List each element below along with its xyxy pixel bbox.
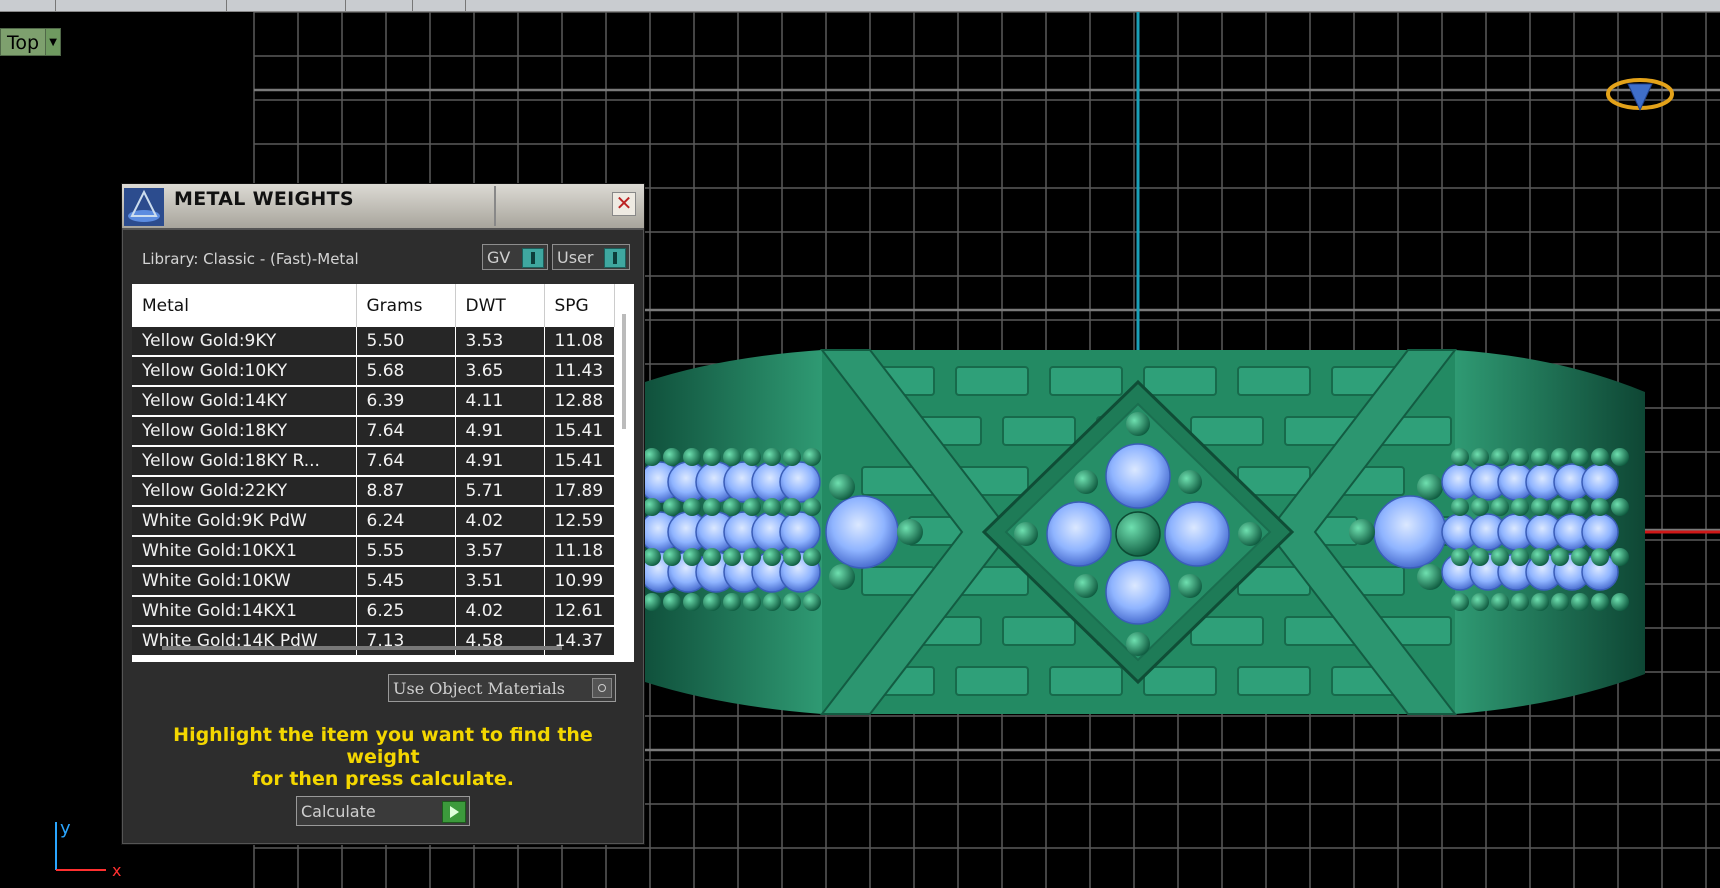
cell-spg: 12.61	[544, 596, 615, 627]
table-row[interactable]: Yellow Gold:14KY 6.39 4.11 12.88	[132, 386, 615, 417]
gv-toggle-label: GV	[487, 248, 511, 267]
cell-dwt: 4.11	[455, 386, 545, 417]
cell-spg: 14.37	[544, 626, 615, 657]
horizontal-scrollbar[interactable]	[162, 646, 562, 650]
axis-x-label: x	[112, 861, 122, 880]
cell-spg: 12.59	[544, 506, 615, 537]
cell-dwt: 3.51	[455, 566, 545, 597]
column-header-grams[interactable]: Grams	[356, 284, 456, 327]
cell-dwt: 4.58	[455, 626, 545, 657]
cell-grams: 5.55	[356, 536, 456, 567]
toolbar-tab-4[interactable]	[346, 0, 413, 11]
cell-grams: 6.39	[356, 386, 456, 417]
calculate-button[interactable]: Calculate	[296, 796, 470, 826]
cell-metal: White Gold:9K PdW	[132, 506, 357, 537]
table-row[interactable]: White Gold:9K PdW 6.24 4.02 12.59	[132, 506, 615, 537]
gv-toggle[interactable]: GV	[482, 244, 548, 270]
table-row[interactable]: Yellow Gold:18KY 7.64 4.91 15.41	[132, 416, 615, 447]
cell-metal: Yellow Gold:10KY	[132, 356, 357, 387]
table-row[interactable]: Yellow Gold:10KY 5.68 3.65 11.43	[132, 356, 615, 387]
cell-dwt: 4.91	[455, 416, 545, 447]
column-header-metal[interactable]: Metal	[132, 284, 357, 327]
view-dropdown[interactable]: Top ▼	[0, 28, 62, 56]
calculate-label: Calculate	[301, 802, 376, 821]
cell-spg: 15.41	[544, 416, 615, 447]
use-object-materials-label: Use Object Materials	[393, 679, 565, 698]
close-button[interactable]: ✕	[612, 192, 636, 216]
cell-spg: 17.89	[544, 476, 615, 507]
use-object-materials-toggle[interactable]: Use Object Materials	[388, 674, 616, 702]
cell-metal: Yellow Gold:22KY	[132, 476, 357, 507]
hint-line-1: Highlight the item you want to find the …	[173, 724, 593, 768]
toolbar-tab-3[interactable]	[227, 0, 346, 11]
cell-grams: 8.87	[356, 476, 456, 507]
cell-grams: 5.45	[356, 566, 456, 597]
cell-grams: 5.68	[356, 356, 456, 387]
dialog-title: METAL WEIGHTS	[174, 186, 496, 226]
column-header-dwt[interactable]: DWT	[455, 284, 545, 327]
cell-spg: 15.41	[544, 446, 615, 477]
cell-metal: Yellow Gold:18KY R...	[132, 446, 357, 477]
axis-y-label: y	[60, 818, 71, 839]
cell-metal: Yellow Gold:14KY	[132, 386, 357, 417]
toggle-knob-icon	[522, 248, 544, 268]
cell-dwt: 4.91	[455, 446, 545, 477]
table-row[interactable]: White Gold:14KX1 6.25 4.02 12.61	[132, 596, 615, 627]
radio-icon	[592, 678, 612, 698]
table-header-row: Metal Grams DWT SPG	[132, 284, 615, 327]
table-row[interactable]: White Gold:10KW 5.45 3.51 10.99	[132, 566, 615, 597]
cell-grams: 5.50	[356, 327, 456, 357]
cell-dwt: 3.57	[455, 536, 545, 567]
cell-metal: Yellow Gold:18KY	[132, 416, 357, 447]
play-arrow-icon	[442, 801, 466, 823]
metal-weights-dialog: METAL WEIGHTS ✕ Library: Classic - (Fast…	[121, 183, 645, 845]
top-toolbar	[0, 0, 1720, 12]
cell-grams: 7.64	[356, 416, 456, 447]
vertical-scrollbar[interactable]	[622, 314, 626, 429]
cell-metal: White Gold:10KX1	[132, 536, 357, 567]
cell-spg: 12.88	[544, 386, 615, 417]
chevron-down-icon[interactable]: ▼	[46, 28, 62, 56]
toolbar-tab-5[interactable]	[413, 0, 466, 11]
viewport-3d[interactable]: Top ▼ y x METAL WEIGHTS ✕ Library: Class…	[0, 12, 1720, 888]
cell-metal: White Gold:14KX1	[132, 596, 357, 627]
cell-dwt: 4.02	[455, 506, 545, 537]
cell-dwt: 3.65	[455, 356, 545, 387]
table-row[interactable]: Yellow Gold:9KY 5.50 3.53 11.08	[132, 327, 615, 357]
table-row[interactable]: White Gold:14K PdW 7.13 4.58 14.37	[132, 626, 615, 657]
cell-metal: White Gold:10KW	[132, 566, 357, 597]
column-header-spg[interactable]: SPG	[544, 284, 615, 327]
table-row[interactable]: Yellow Gold:18KY R... 7.64 4.91 15.41	[132, 446, 615, 477]
toolbar-tab-1[interactable]	[0, 0, 56, 11]
cell-dwt: 3.53	[455, 327, 545, 357]
hint-text: Highlight the item you want to find the …	[142, 724, 624, 790]
cell-spg: 10.99	[544, 566, 615, 597]
library-label: Library: Classic - (Fast)-Metal	[142, 250, 359, 268]
cell-grams: 7.64	[356, 446, 456, 477]
table-row[interactable]: White Gold:10KX1 5.55 3.57 11.18	[132, 536, 615, 567]
toggle-knob-icon	[604, 248, 626, 268]
user-toggle-label: User	[557, 248, 594, 267]
cell-spg: 11.08	[544, 327, 615, 357]
metal-table: Metal Grams DWT SPG Yellow Gold:9KY 5.50 3…	[132, 284, 634, 662]
cell-grams: 6.25	[356, 596, 456, 627]
cell-metal: Yellow Gold:9KY	[132, 327, 357, 357]
dialog-titlebar[interactable]: METAL WEIGHTS ✕	[122, 184, 644, 230]
user-toggle[interactable]: User	[552, 244, 630, 270]
table-row[interactable]: Yellow Gold:22KY 8.87 5.71 17.89	[132, 476, 615, 507]
cell-dwt: 5.71	[455, 476, 545, 507]
cell-spg: 11.43	[544, 356, 615, 387]
app-logo-icon	[124, 188, 164, 226]
cell-grams: 7.13	[356, 626, 456, 657]
ring-model	[639, 349, 1645, 715]
hint-line-2: for then press calculate.	[252, 768, 514, 790]
cell-metal: White Gold:14K PdW	[132, 626, 357, 657]
cell-dwt: 4.02	[455, 596, 545, 627]
cell-grams: 6.24	[356, 506, 456, 537]
cell-spg: 11.18	[544, 536, 615, 567]
view-name-label: Top	[0, 28, 47, 56]
toolbar-tab-2[interactable]	[56, 0, 227, 11]
